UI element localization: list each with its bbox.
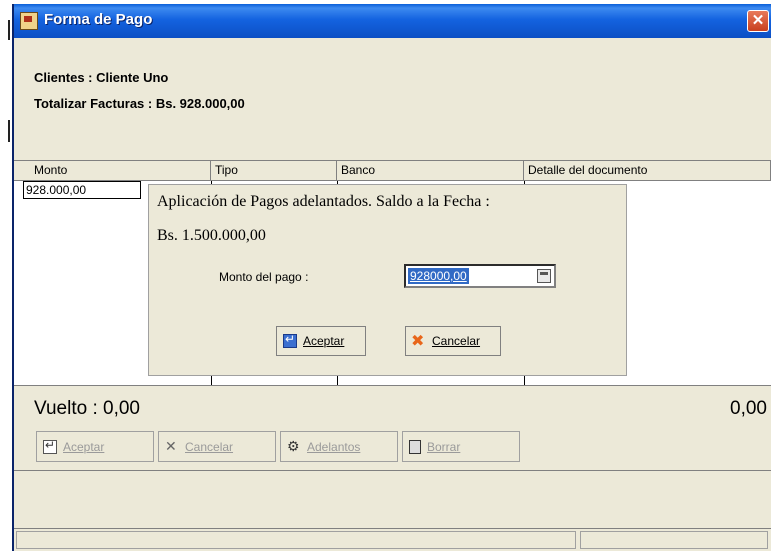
monto-del-pago-input[interactable]: 928000,00 (404, 264, 556, 288)
grid-header: Monto Tipo Banco Detalle del documento (14, 161, 771, 181)
dialog-aceptar-button[interactable]: Aceptar (276, 326, 366, 356)
dialog-cancelar-label: Cancelar (432, 334, 481, 348)
adelantos-button[interactable]: Adelantos (280, 431, 398, 462)
trash-icon (409, 439, 421, 454)
dialog-cancelar-button[interactable]: Cancelar (405, 326, 501, 356)
saldo-amount: Bs. 1.500.000,00 (157, 227, 266, 244)
pagos-adelantados-dialog: Aplicación de Pagos adelantados. Saldo a… (148, 184, 627, 376)
status-bar (14, 528, 771, 551)
window-title: Forma de Pago (44, 11, 153, 28)
background-edge (0, 0, 12, 551)
vuelto-total: 0,00 (730, 398, 767, 419)
vuelto-label: Vuelto : 0,00 (34, 398, 140, 419)
column-header-monto[interactable]: Monto (14, 161, 211, 180)
clientes-label: Clientes : Cliente Uno (34, 70, 169, 85)
borrar-button[interactable]: Borrar (402, 431, 520, 462)
cancelar-button[interactable]: Cancelar (158, 431, 276, 462)
status-pane (580, 531, 768, 549)
status-pane (16, 531, 576, 549)
table-cell-monto[interactable]: 928.000,00 (23, 181, 141, 199)
monto-del-pago-value: 928000,00 (408, 268, 469, 284)
borrar-button-label: Borrar (427, 439, 461, 454)
bottom-panel (14, 470, 771, 528)
edge-mark (8, 20, 10, 40)
aceptar-button-label: Aceptar (63, 439, 105, 454)
monto-del-pago-label: Monto del pago : (219, 270, 309, 284)
column-header-detalle[interactable]: Detalle del documento (524, 161, 771, 180)
adelantos-button-label: Adelantos (307, 439, 361, 454)
edge-mark (8, 120, 10, 142)
title-bar[interactable]: Forma de Pago ✕ (14, 4, 771, 38)
totalizar-facturas-label: Totalizar Facturas : Bs. 928.000,00 (34, 96, 245, 111)
cancelar-button-label: Cancelar (185, 439, 234, 454)
cancel-x-icon (165, 438, 179, 455)
column-header-banco[interactable]: Banco (337, 161, 524, 180)
close-button[interactable]: ✕ (747, 10, 769, 32)
column-header-tipo[interactable]: Tipo (211, 161, 337, 180)
cancel-x-icon (411, 331, 426, 351)
enter-icon (43, 438, 57, 454)
dialog-title: Aplicación de Pagos adelantados. Saldo a… (157, 193, 490, 210)
app-icon (20, 12, 38, 30)
enter-icon (283, 332, 297, 348)
aceptar-button[interactable]: Aceptar (36, 431, 154, 462)
dialog-aceptar-label: Aceptar (303, 334, 345, 348)
adelantos-icon (287, 438, 301, 455)
calculator-icon[interactable] (537, 269, 551, 283)
